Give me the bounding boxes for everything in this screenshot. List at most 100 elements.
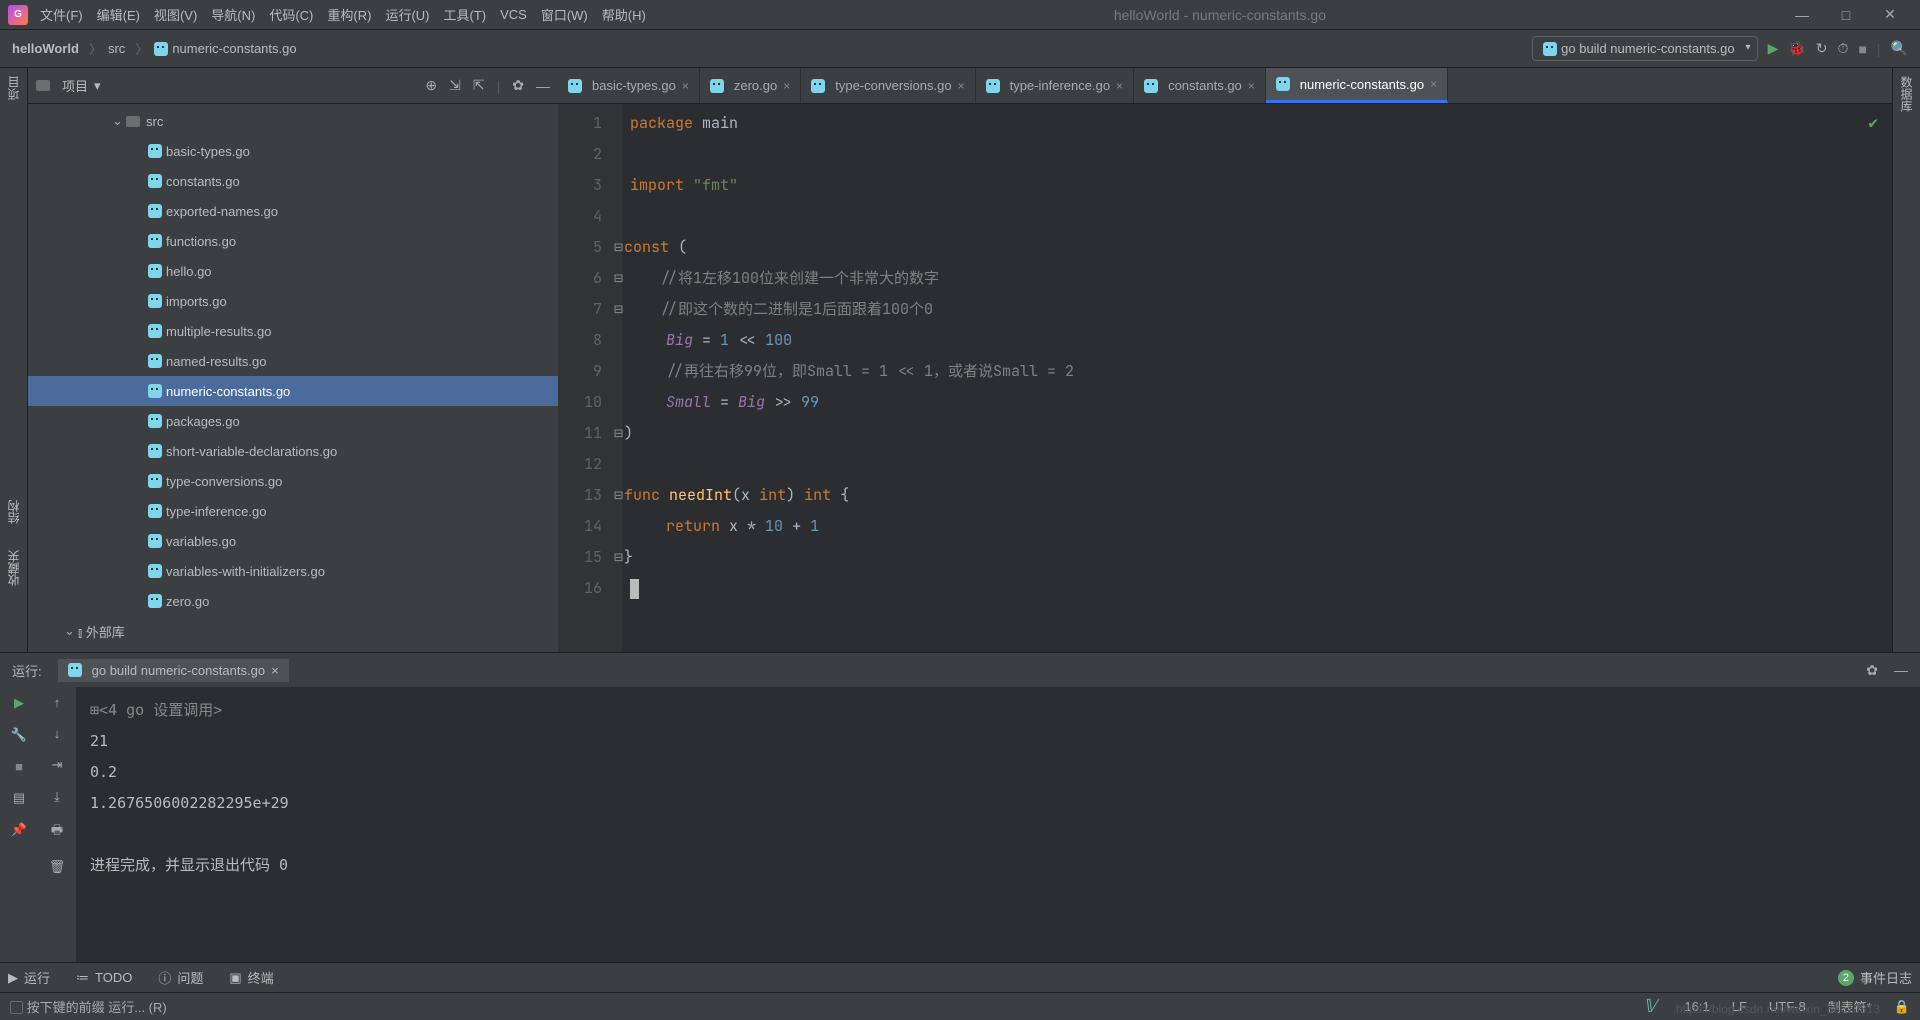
editor-area: basic-types.go×zero.go×type-conversions.… [558, 68, 1892, 652]
editor-tabs: basic-types.go×zero.go×type-conversions.… [558, 68, 1892, 104]
tree-file[interactable]: short-variable-declarations.go [28, 436, 558, 466]
debug-button-icon[interactable]: 🐞 [1788, 40, 1805, 57]
wrench-icon[interactable]: 🔧 [11, 727, 27, 743]
breadcrumb-src[interactable]: src [108, 41, 125, 56]
editor-tab[interactable]: type-inference.go× [976, 68, 1134, 103]
tree-file[interactable]: constants.go [28, 166, 558, 196]
editor-tab[interactable]: basic-types.go× [558, 68, 700, 103]
run-tab[interactable]: go build numeric-constants.go × [58, 659, 289, 682]
tree-file[interactable]: zero.go [28, 586, 558, 616]
tree-file[interactable]: basic-types.go [28, 136, 558, 166]
database-tool-tab[interactable]: 数据库 [1898, 76, 1915, 112]
tree-external-libs[interactable]: ⌄⫾ 外部库 [28, 616, 558, 646]
soft-wrap-icon[interactable]: ⇥ [52, 757, 63, 773]
run-tool-buttons-right: ↑ ↓ ⇥ ⤓ 🖶 🗑 [38, 687, 76, 962]
separator: | [497, 78, 501, 94]
pin-icon[interactable]: 📌 [11, 822, 27, 838]
menu-navigate[interactable]: 导航(N) [211, 5, 255, 24]
go-version-icon: 𝕍 [1643, 996, 1656, 1017]
tree-file[interactable]: functions.go [28, 226, 558, 256]
hide-icon[interactable]: — [536, 78, 550, 94]
menu-edit[interactable]: 编辑(E) [97, 5, 140, 24]
event-log-button[interactable]: 2 事件日志 [1838, 968, 1912, 987]
stop-icon[interactable]: ■ [15, 759, 23, 774]
up-arrow-icon[interactable]: ↑ [54, 695, 61, 710]
folder-icon [36, 80, 50, 91]
editor-tab[interactable]: numeric-constants.go× [1266, 68, 1448, 103]
close-icon[interactable]: × [1116, 79, 1123, 93]
run-output[interactable]: ⊞<4 go 设置调用>210.21.2676506002282295e+29 … [76, 687, 1920, 962]
problems-tool-button[interactable]: ⓘ 问题 [158, 968, 203, 987]
gear-icon[interactable]: ✿ [512, 77, 524, 94]
tree-sdk[interactable]: ›⬢ Go SDK 1.16.2 [28, 646, 558, 652]
close-icon[interactable]: × [783, 79, 790, 93]
menu-file[interactable]: 文件(F) [40, 5, 83, 24]
menu-code[interactable]: 代码(C) [269, 5, 313, 24]
status-bar: ▢ 按下键的前缀 运行... (R) 𝕍 16:1 LF UTF-8 制表符* … [0, 992, 1920, 1020]
run-tool-button[interactable]: ▶ 运行 [8, 968, 50, 987]
go-file-icon [68, 663, 82, 677]
project-tree[interactable]: ⌄srcbasic-types.goconstants.goexported-n… [28, 104, 558, 652]
window-close-icon[interactable]: ✕ [1868, 6, 1912, 23]
breadcrumb-root[interactable]: helloWorld [12, 41, 79, 56]
window-maximize-icon[interactable]: □ [1824, 7, 1868, 23]
window-minimize-icon[interactable]: — [1780, 7, 1824, 23]
menu-tools[interactable]: 工具(T) [443, 5, 486, 24]
editor-tab[interactable]: type-conversions.go× [801, 68, 975, 103]
run-button-icon[interactable]: ▶ [1768, 40, 1779, 57]
trash-icon[interactable]: 🗑 [49, 859, 66, 875]
locate-icon[interactable]: ⊕ [425, 77, 437, 94]
tree-file[interactable]: imports.go [28, 286, 558, 316]
hide-icon[interactable]: — [1894, 662, 1908, 678]
menu-vcs[interactable]: VCS [500, 7, 527, 22]
tree-file[interactable]: exported-names.go [28, 196, 558, 226]
search-icon[interactable]: 🔍 [1891, 40, 1908, 57]
stop-icon[interactable]: ■ [1858, 41, 1866, 57]
close-icon[interactable]: × [271, 663, 279, 678]
project-tool-tab[interactable]: 项目 [5, 76, 22, 100]
menu-view[interactable]: 视图(V) [154, 5, 197, 24]
status-message: ▢ 按下键的前缀 运行... (R) [10, 997, 167, 1016]
menu-refactor[interactable]: 重构(R) [327, 5, 371, 24]
tree-file[interactable]: multiple-results.go [28, 316, 558, 346]
tree-file[interactable]: type-inference.go [28, 496, 558, 526]
menu-window[interactable]: 窗口(W) [541, 5, 588, 24]
breadcrumb-file[interactable]: numeric-constants.go [154, 41, 296, 57]
terminal-tool-button[interactable]: ▣ 终端 [229, 968, 273, 987]
tree-file[interactable]: variables-with-initializers.go [28, 556, 558, 586]
close-icon[interactable]: × [682, 79, 689, 93]
layout-icon[interactable]: ▤ [13, 790, 25, 806]
tree-file[interactable]: type-conversions.go [28, 466, 558, 496]
editor-tab[interactable]: constants.go× [1134, 68, 1266, 103]
close-icon[interactable]: × [1430, 77, 1437, 91]
structure-tool-tab[interactable]: 结构 [5, 500, 22, 524]
tree-file[interactable]: packages.go [28, 406, 558, 436]
run-config-selector[interactable]: go build numeric-constants.go [1532, 36, 1757, 62]
menu-run[interactable]: 运行(U) [385, 5, 429, 24]
favorites-tool-tab[interactable]: 收藏夹 [5, 550, 22, 586]
tree-file[interactable]: named-results.go [28, 346, 558, 376]
collapse-all-icon[interactable]: ⇱ [473, 77, 485, 94]
close-icon[interactable]: × [1248, 79, 1255, 93]
sidebar-title: 项目 [62, 76, 88, 95]
tree-file[interactable]: numeric-constants.go [28, 376, 558, 406]
close-icon[interactable]: × [958, 79, 965, 93]
expand-all-icon[interactable]: ⇲ [449, 77, 461, 94]
scroll-end-icon[interactable]: ⤓ [54, 789, 60, 805]
print-icon[interactable]: 🖶 [51, 821, 63, 843]
project-sidebar-header: 项目 ▾ ⊕ ⇲ ⇱ | ✿ — [28, 68, 558, 104]
coverage-icon[interactable]: ↻ [1816, 40, 1828, 57]
gear-icon[interactable]: ✿ [1866, 662, 1878, 679]
tree-file[interactable]: variables.go [28, 526, 558, 556]
todo-tool-button[interactable]: ≔ TODO [76, 970, 132, 986]
rerun-icon[interactable]: ▶ [14, 695, 24, 711]
tree-folder-src[interactable]: ⌄src [28, 106, 558, 136]
menu-help[interactable]: 帮助(H) [602, 5, 646, 24]
lock-icon[interactable]: 🔒 [1894, 999, 1910, 1015]
profile-icon[interactable]: ⏱ [1838, 40, 1849, 57]
editor-code[interactable]: package mainimport "fmt"⊟const (⊟ //将1左移… [622, 104, 1892, 652]
down-arrow-icon[interactable]: ↓ [54, 726, 61, 741]
editor-body[interactable]: 12345678910111213141516 package mainimpo… [558, 104, 1892, 652]
tree-file[interactable]: hello.go [28, 256, 558, 286]
editor-tab[interactable]: zero.go× [700, 68, 801, 103]
